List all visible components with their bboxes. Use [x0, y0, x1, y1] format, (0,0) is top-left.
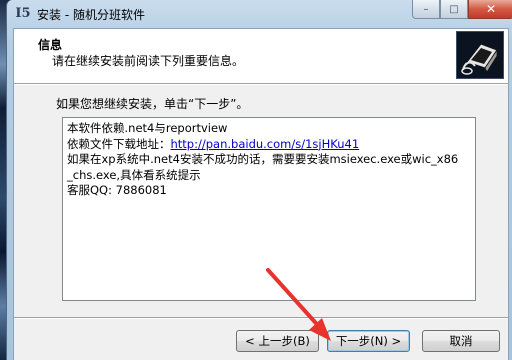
close-button[interactable]: ✕ — [468, 0, 512, 19]
info-line-1: 本软件依赖.net4与reportview — [67, 121, 228, 135]
wizard-header: 信息 请在继续安装前阅读下列重要信息。 — [14, 29, 508, 83]
wizard-client-area: 信息 请在继续安装前阅读下列重要信息。 如果您想继续安装，单击“下一步”。 本软… — [13, 28, 509, 360]
maximize-button[interactable]: □ — [440, 0, 468, 19]
next-button[interactable]: 下一步(N) > — [327, 330, 410, 352]
header-divider — [14, 83, 508, 85]
footer-divider — [14, 317, 508, 319]
installer-window: I5 安装 - 随机分班软件 – □ ✕ 信息 请在继续安装前阅读下列重要信息。 — [6, 0, 512, 360]
minimize-button[interactable]: – — [412, 0, 440, 19]
page-title: 信息 — [38, 38, 63, 52]
maximize-icon: □ — [449, 3, 459, 15]
setup-app-icon: I5 — [15, 6, 31, 21]
title-bar[interactable]: I5 安装 - 随机分班软件 – □ ✕ — [7, 0, 512, 28]
info-line-2: 依赖文件下载地址：http://pan.baidu.com/s/1sjHKu41 — [67, 137, 471, 153]
window-title: 安装 - 随机分班软件 — [37, 8, 145, 22]
page-subtitle: 请在继续安装前阅读下列重要信息。 — [52, 54, 245, 68]
cancel-button[interactable]: 取消 — [422, 330, 500, 352]
info-textbox[interactable]: 本软件依赖.net4与reportview 依赖文件下载地址：http://pa… — [62, 117, 476, 301]
info-line-3: 如果在xp系统中.net4安装不成功的话，需要要安装msiexec.exe或wi… — [67, 152, 459, 166]
installer-computer-icon — [456, 31, 504, 79]
close-icon: ✕ — [485, 2, 497, 16]
minimize-icon: – — [423, 3, 429, 15]
download-link[interactable]: http://pan.baidu.com/s/1sjHKu41 — [171, 137, 360, 151]
caption-buttons: – □ ✕ — [412, 0, 512, 20]
intro-text: 如果您想继续安装，单击“下一步”。 — [56, 97, 249, 111]
back-button[interactable]: < 上一步(B) — [236, 330, 319, 352]
info-line-4: _chs.exe,具体看系统提示 — [67, 167, 201, 182]
info-line-5: 客服QQ: 7886081 — [67, 183, 167, 197]
download-label: 依赖文件下载地址： — [67, 136, 171, 151]
